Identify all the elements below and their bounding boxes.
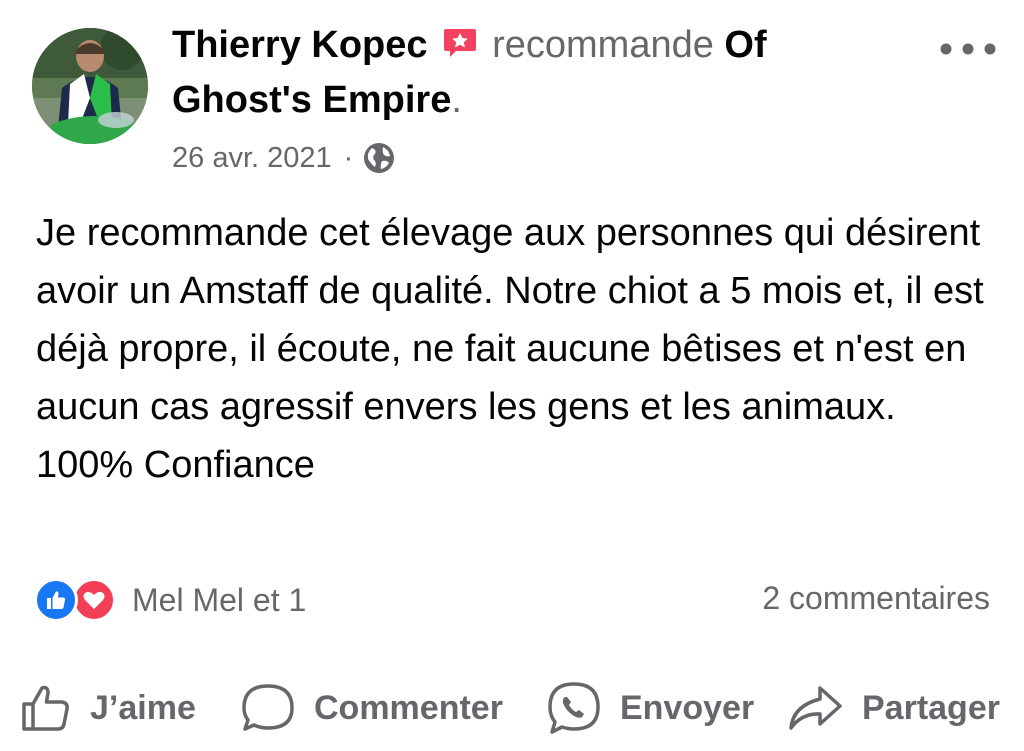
more-horizontal-icon <box>940 43 996 55</box>
more-options-button[interactable] <box>936 34 1000 64</box>
avatar[interactable] <box>32 28 148 144</box>
share-label: Partager <box>862 688 1000 727</box>
thumbs-up-icon <box>22 685 69 731</box>
like-label: J’aime <box>90 688 196 727</box>
share-button[interactable]: Partager <box>786 676 1000 740</box>
reaction-summary[interactable]: Mel Mel et 1 <box>34 578 306 622</box>
author-name[interactable]: Thierry Kopec <box>172 24 428 66</box>
comment-bubble-icon <box>242 684 294 731</box>
send-button[interactable]: Envoyer <box>546 676 754 740</box>
messenger-icon <box>548 682 600 734</box>
recommend-flag-icon <box>444 29 477 57</box>
love-icon <box>72 578 116 622</box>
globe-icon <box>364 143 395 173</box>
meta-separator: · <box>343 142 354 174</box>
comment-button[interactable]: Commenter <box>240 676 503 740</box>
avatar-photo <box>32 28 148 144</box>
recommend-verb: recommande <box>492 24 714 66</box>
like-icon <box>34 578 78 622</box>
action-bar: J’aime Commenter Envoyer Partager <box>0 676 1024 740</box>
comment-count[interactable]: 2 commentaires <box>762 580 990 617</box>
send-label: Envoyer <box>620 688 755 727</box>
like-button[interactable]: J’aime <box>20 676 196 740</box>
header-period: . <box>451 79 462 121</box>
post-body: Je recommande cet élevage aux personnes … <box>36 212 984 486</box>
post-header: Thierry Kopec recommande Of Ghost's Empi… <box>172 18 892 128</box>
comment-label: Commenter <box>314 688 503 727</box>
share-arrow-icon <box>789 686 842 730</box>
recommendation-post: Thierry Kopec recommande Of Ghost's Empi… <box>0 0 1024 751</box>
post-meta: 26 avr. 2021 · <box>172 138 395 178</box>
post-date[interactable]: 26 avr. 2021 <box>172 138 332 178</box>
reaction-names: Mel Mel et 1 <box>132 581 307 618</box>
